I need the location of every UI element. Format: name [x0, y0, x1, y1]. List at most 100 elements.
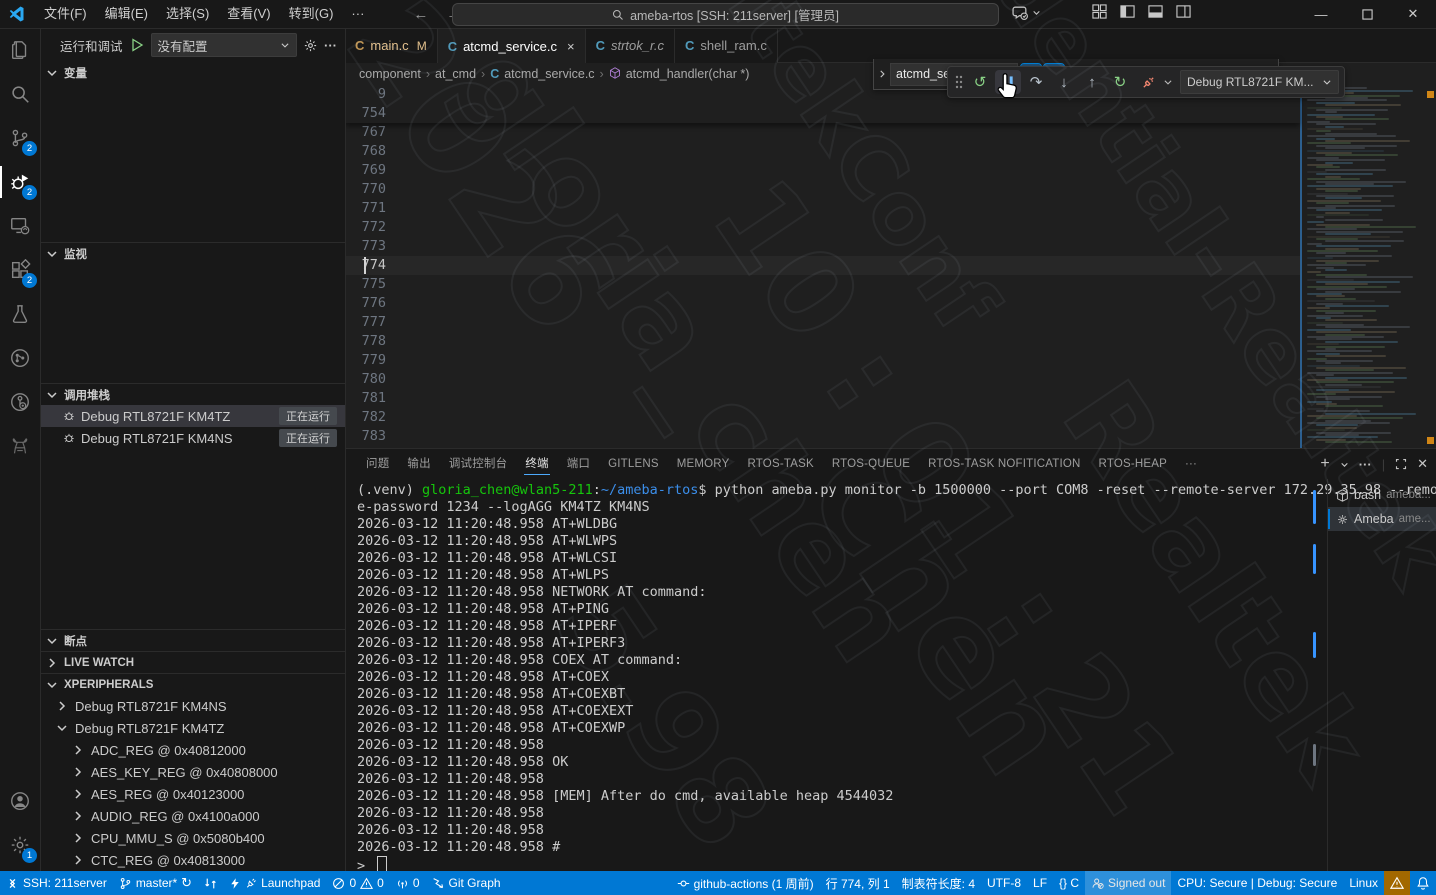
encoding-indicator[interactable]: UTF-8: [981, 871, 1027, 895]
panel-tab-MEMORY[interactable]: MEMORY: [668, 449, 739, 479]
run-debug-icon[interactable]: 2: [0, 160, 40, 204]
panel-tab-输出[interactable]: 输出: [398, 449, 439, 479]
section-live-watch[interactable]: LIVE WATCH: [40, 651, 345, 673]
panel-tab-问题[interactable]: 问题: [357, 449, 398, 479]
code-line-776[interactable]: 776: [345, 294, 1300, 313]
minimize-button[interactable]: —: [1298, 0, 1344, 28]
tab-close-icon[interactable]: ×: [567, 39, 575, 54]
section-variables[interactable]: 变量: [40, 62, 345, 84]
command-center-search[interactable]: ameba-rtos [SSH: 211server] [管理员]: [452, 3, 999, 26]
callstack-session-1[interactable]: Debug RTL8721F KM4NS正在运行: [40, 427, 345, 449]
maximize-panel-icon[interactable]: [1395, 458, 1407, 470]
panel-tab-RTOS-TASK NOFITICATION[interactable]: RTOS-TASK NOFITICATION: [919, 449, 1089, 479]
code-line-780[interactable]: 780: [345, 370, 1300, 389]
more-actions-icon[interactable]: ···: [324, 38, 337, 53]
xperipheral-item-6[interactable]: CPU_MMU_S @ 0x5080b400: [40, 827, 345, 849]
maximize-button[interactable]: [1344, 0, 1390, 28]
chevron-down-icon[interactable]: [1163, 77, 1173, 87]
minimap[interactable]: [1303, 85, 1423, 448]
step-out-icon[interactable]: ↑: [1079, 70, 1105, 94]
menu-item-2[interactable]: 选择(S): [157, 6, 218, 21]
os-indicator[interactable]: Linux: [1343, 871, 1384, 895]
settings-gear-icon[interactable]: 1: [0, 823, 40, 867]
menu-item-0[interactable]: 文件(F): [35, 6, 96, 21]
code-line-777[interactable]: 777: [345, 313, 1300, 332]
xperipheral-item-3[interactable]: AES_KEY_REG @ 0x40808000: [40, 761, 345, 783]
extensions-icon[interactable]: 2: [0, 248, 40, 292]
commit-indicator[interactable]: github-actions (1 周前): [671, 871, 820, 895]
gitlens-icon[interactable]: [0, 380, 40, 424]
source-control-icon[interactable]: 2: [0, 116, 40, 160]
breadcrumb-item-3[interactable]: atcmd_handler(char *): [626, 67, 750, 81]
section-xperipherals[interactable]: XPERIPHERALS: [40, 673, 345, 695]
breadcrumb-item-1[interactable]: at_cmd: [435, 67, 476, 81]
menu-item-1[interactable]: 编辑(E): [96, 6, 157, 21]
tab-main.c[interactable]: Cmain.cM: [345, 28, 438, 63]
debug-session-dropdown[interactable]: Debug RTL8721F KM...: [1180, 70, 1339, 94]
terminal-output[interactable]: (.venv) gloria_chen@wlan5-211:~/ameba-rt…: [357, 482, 1322, 867]
signed-out-indicator[interactable]: Signed out: [1085, 871, 1171, 895]
eol-indicator[interactable]: LF: [1027, 871, 1053, 895]
branch-indicator[interactable]: master* ↻: [113, 871, 198, 895]
chevron-down-icon[interactable]: [1340, 460, 1349, 469]
problems-indicator[interactable]: 0 0: [326, 871, 389, 895]
pause-icon[interactable]: [995, 70, 1021, 94]
section-breakpoints[interactable]: 断点: [40, 629, 345, 651]
restart-icon[interactable]: ↻: [1107, 70, 1133, 94]
xperipheral-item-2[interactable]: ADC_REG @ 0x40812000: [40, 739, 345, 761]
xperipheral-item-5[interactable]: AUDIO_REG @ 0x4100a000: [40, 805, 345, 827]
editor-scrollbar[interactable]: [1300, 85, 1302, 448]
drag-grip-icon[interactable]: [953, 73, 965, 91]
terminal-list-item-bash[interactable]: bashameba...: [1328, 483, 1436, 507]
code-line-772[interactable]: 772: [345, 218, 1300, 237]
code-line-767[interactable]: 767: [345, 123, 1300, 142]
section-callstack[interactable]: 调用堆栈: [40, 383, 345, 405]
breadcrumb-item-0[interactable]: component: [359, 67, 421, 81]
code-line-782[interactable]: 782: [345, 408, 1300, 427]
code-line-778[interactable]: 778: [345, 332, 1300, 351]
code-line-773[interactable]: 773: [345, 237, 1300, 256]
code-line-770[interactable]: 770: [345, 180, 1300, 199]
xperipheral-item-7[interactable]: CTC_REG @ 0x40813000: [40, 849, 345, 871]
copilot-button[interactable]: [1012, 4, 1041, 21]
terminal-list-item-Ameba[interactable]: Amebaame...: [1328, 507, 1436, 531]
ports-indicator[interactable]: 0: [390, 871, 426, 895]
code-line-754[interactable]: 754: [345, 104, 1300, 123]
section-watch[interactable]: 监视: [40, 242, 345, 264]
cmake-tools-icon[interactable]: [0, 424, 40, 468]
tab-size-indicator[interactable]: 制表符长度: 4: [896, 871, 981, 895]
close-button[interactable]: ✕: [1390, 0, 1436, 28]
git-graph-button[interactable]: Git Graph: [426, 871, 507, 895]
panel-tab-RTOS-HEAP[interactable]: RTOS-HEAP: [1090, 449, 1176, 479]
toggle-sidebar-icon[interactable]: [1120, 4, 1135, 19]
find-expand-icon[interactable]: [874, 59, 890, 89]
panel-tab-调试控制台[interactable]: 调试控制台: [440, 449, 517, 479]
reset-device-icon[interactable]: ↺: [967, 70, 993, 94]
search-icon[interactable]: [0, 72, 40, 116]
callstack-session-0[interactable]: Debug RTL8721F KM4TZ正在运行: [40, 405, 345, 427]
more-actions-icon[interactable]: ···: [1359, 457, 1372, 472]
gear-icon[interactable]: [303, 38, 318, 53]
tab-atcmd_service.c[interactable]: Catcmd_service.c×: [438, 28, 586, 63]
account-icon[interactable]: [0, 779, 40, 823]
cursor-position[interactable]: 行 774, 列 1: [820, 871, 896, 895]
tab-shell_ram.c[interactable]: Cshell_ram.c: [675, 28, 778, 63]
panel-tab-RTOS-TASK[interactable]: RTOS-TASK: [738, 449, 822, 479]
git-graph-icon[interactable]: [0, 336, 40, 380]
start-debug-icon[interactable]: [129, 37, 145, 53]
xperipheral-item-1[interactable]: Debug RTL8721F KM4TZ: [40, 717, 345, 739]
breadcrumb-item-2[interactable]: atcmd_service.c: [504, 67, 594, 81]
launchpad-button[interactable]: Launchpad: [223, 871, 326, 895]
close-panel-icon[interactable]: ✕: [1417, 456, 1428, 472]
toggle-secondary-sidebar-icon[interactable]: [1176, 4, 1191, 19]
debug-config-dropdown[interactable]: 没有配置: [151, 33, 297, 57]
nav-back-icon[interactable]: ←: [413, 6, 428, 23]
toggle-panel-icon[interactable]: [1148, 4, 1163, 19]
language-indicator[interactable]: {} C: [1053, 871, 1085, 895]
panel-tab-overflow-icon[interactable]: ···: [1176, 449, 1206, 479]
code-line-771[interactable]: 771: [345, 199, 1300, 218]
explorer-icon[interactable]: [0, 28, 40, 72]
step-into-icon[interactable]: ↓: [1051, 70, 1077, 94]
code-line-783[interactable]: 783: [345, 427, 1300, 446]
warning-status-button[interactable]: [1384, 871, 1410, 895]
